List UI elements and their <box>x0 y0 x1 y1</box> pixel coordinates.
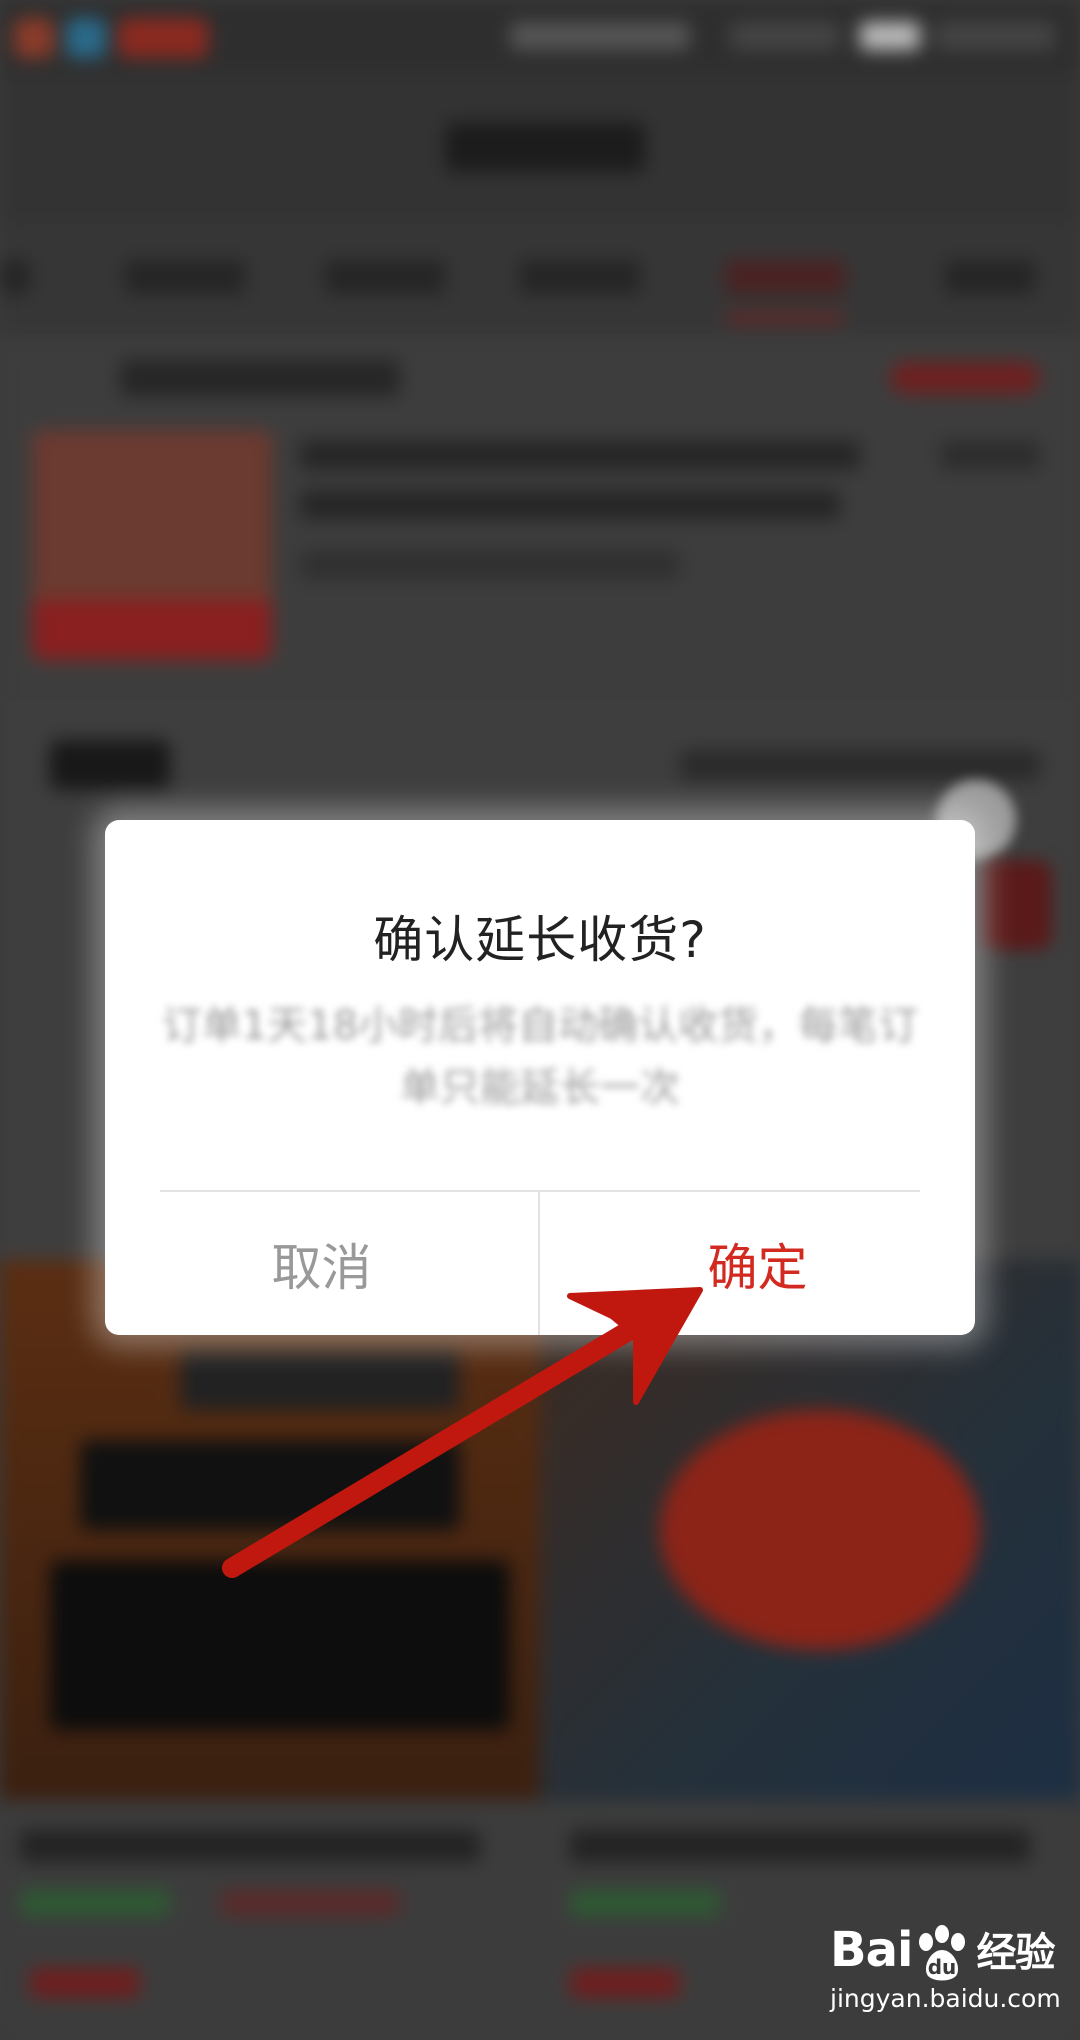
baidu-jingyan-watermark: du Bai经验 du jingyan.baidu.com <box>830 1920 1070 2030</box>
tab <box>520 260 640 294</box>
dialog-title: 确认延长收货? <box>373 911 707 969</box>
brand-left: Bai <box>830 1922 913 1978</box>
promo-banner-right <box>540 1260 1080 1800</box>
cancel-button[interactable]: 取消 <box>105 1192 538 1335</box>
status-app-icon <box>14 18 54 58</box>
product-title <box>300 440 860 470</box>
shop-name <box>120 360 400 396</box>
status-bar <box>0 0 1080 72</box>
product-spec <box>300 550 680 580</box>
section-title <box>50 740 170 790</box>
order-status <box>890 362 1040 394</box>
status-battery <box>860 22 920 50</box>
tab-active <box>725 260 845 294</box>
section-more <box>680 750 1040 780</box>
product-title <box>300 490 840 520</box>
extend-receipt-dialog: 确认延长收货? 订单1天18小时后将自动确认收货，每笔订单只能延长一次 取消 确… <box>105 820 975 1335</box>
product-thumbnail <box>32 430 272 660</box>
promo-banner-left <box>0 1260 540 1800</box>
brand-cn: 经验 <box>976 1930 1055 1976</box>
product-tag <box>220 1890 400 1916</box>
screen: 确认延长收货? 订单1天18小时后将自动确认收货，每笔订单只能延长一次 取消 确… <box>0 0 1080 2040</box>
product-name <box>570 1830 1030 1862</box>
status-indicators <box>510 22 690 50</box>
dialog-message: 订单1天18小时后将自动确认收货，每笔订单只能延长一次 <box>161 1003 919 1111</box>
tab-active-underline <box>725 314 845 322</box>
product-name <box>20 1830 480 1862</box>
confirm-button[interactable]: 确定 <box>540 1192 975 1335</box>
page-header <box>0 72 1080 222</box>
floating-side-button[interactable] <box>982 860 1052 950</box>
product-tag <box>20 1890 170 1916</box>
order-card <box>0 340 1080 700</box>
product-price <box>940 440 1040 470</box>
watermark-brand: Bai 经验 <box>830 1920 1055 1978</box>
tab <box>945 260 1035 294</box>
tab <box>0 260 30 294</box>
product-tag <box>570 1890 720 1916</box>
order-tabs <box>0 222 1080 332</box>
product-price <box>570 1968 680 1998</box>
status-time <box>935 22 1055 50</box>
watermark-url: jingyan.baidu.com <box>830 1984 1061 2013</box>
status-app-icon <box>118 18 208 58</box>
page-title <box>445 122 645 172</box>
status-app-icon <box>66 18 106 58</box>
tab <box>125 260 245 294</box>
status-network <box>730 22 840 50</box>
product-price <box>30 1968 140 1998</box>
tab <box>325 260 445 294</box>
